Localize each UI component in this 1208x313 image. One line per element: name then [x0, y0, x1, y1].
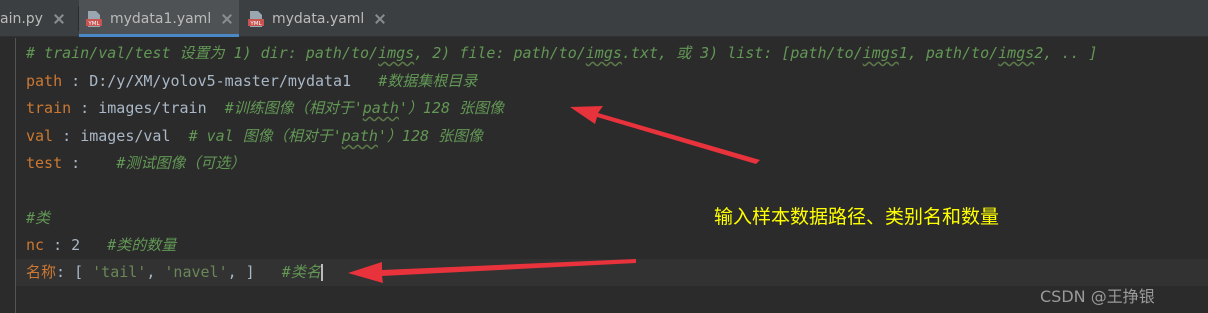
- code-line-5[interactable]: test : #测试图像（可选）: [26, 150, 245, 177]
- svg-text:YML: YML: [249, 21, 262, 27]
- comment-text: # val 图像（相对于': [188, 127, 342, 145]
- close-icon[interactable]: [374, 13, 386, 25]
- close-icon[interactable]: [53, 13, 65, 25]
- comment-text: #类的数量: [107, 236, 177, 254]
- yaml-separator: :: [62, 154, 90, 172]
- gutter-border: [15, 38, 16, 313]
- annotation-label: 输入样本数据路径、类别名和数量: [714, 206, 1000, 228]
- tab-label: mydata.yaml: [272, 10, 365, 27]
- close-icon[interactable]: [221, 13, 233, 25]
- spellcheck-word: imgs: [998, 44, 1035, 62]
- code-line-8[interactable]: nc : 2 #类的数量: [26, 232, 176, 259]
- comment-text: , 2) file: path/to/: [414, 44, 586, 62]
- comment-text: 1, path/to/: [898, 44, 999, 62]
- code-line-7[interactable]: #类: [26, 205, 50, 232]
- yaml-key: path: [26, 72, 63, 90]
- spellcheck-word: path: [362, 99, 399, 117]
- comment-text: #测试图像（可选）: [116, 154, 246, 172]
- yaml-string: 'tail': [92, 263, 147, 281]
- comment-text: #类: [26, 209, 51, 227]
- comment-text: '）128 张图像: [377, 127, 484, 145]
- tab-mydata-yaml[interactable]: YML mydata.yaml: [245, 0, 395, 37]
- comment-text: #类: [281, 263, 306, 281]
- comment-text: #数据集根目录: [378, 72, 478, 90]
- watermark: CSDN @王挣银: [1040, 287, 1155, 306]
- comment-text: # train/val/test 设置为 1) dir: path/to/: [26, 44, 379, 62]
- yaml-key: test: [26, 154, 63, 172]
- yaml-separator: , ]: [227, 263, 255, 281]
- code-line-1[interactable]: # train/val/test 设置为 1) dir: path/to/img…: [26, 40, 1097, 67]
- yaml-key: nc: [26, 236, 45, 254]
- yaml-key: train: [26, 99, 72, 117]
- code-line-4[interactable]: val : images/val # val 图像（相对于'path'）128 …: [26, 123, 483, 150]
- comment-text: 2, .. ]: [1034, 44, 1098, 62]
- yaml-key: 名称: [26, 263, 57, 281]
- yaml-value: 2: [71, 236, 81, 254]
- yaml-separator: ,: [146, 263, 165, 281]
- yaml-file-icon: YML: [86, 10, 102, 27]
- spellcheck-word: path: [341, 127, 378, 145]
- yaml-file-icon: YML: [248, 10, 264, 27]
- comment-text: .txt, 或 3) list: [path/to/: [621, 44, 863, 62]
- yaml-value: D:/y/XM/yolov5-master/mydata1: [89, 72, 352, 90]
- spellcheck-word: imgs: [862, 44, 899, 62]
- tab-label: ain.py: [0, 10, 43, 27]
- tab-main-py[interactable]: ain.py: [0, 0, 78, 37]
- yaml-key: val: [26, 127, 54, 145]
- yaml-separator: :: [62, 72, 90, 90]
- spellcheck-word: imgs: [378, 44, 415, 62]
- yaml-separator: : [: [56, 263, 93, 281]
- code-line-2[interactable]: path : D:/y/XM/yolov5-master/mydata1 #数据…: [26, 68, 477, 95]
- yaml-separator: :: [71, 99, 99, 117]
- comment-text: 名: [305, 263, 321, 281]
- yaml-separator: :: [44, 236, 72, 254]
- spellcheck-word: imgs: [585, 44, 622, 62]
- tab-mydata1-yaml[interactable]: YML mydata1.yaml: [79, 0, 239, 37]
- yaml-separator: :: [53, 127, 81, 145]
- code-line-3[interactable]: train : images/train #训练图像（相对于'path'）128…: [26, 95, 504, 122]
- editor-tab-bar: ain.py YML mydata1.yaml YML mydata.yaml: [0, 0, 1208, 37]
- yaml-string: 'navel': [164, 263, 228, 281]
- yaml-value: images/val: [80, 127, 171, 145]
- tab-label: mydata1.yaml: [110, 10, 212, 27]
- code-line-9[interactable]: 名称: [ 'tail', 'navel', ] #类名: [26, 259, 323, 286]
- comment-text: #训练图像（相对于': [224, 99, 363, 117]
- svg-text:YML: YML: [87, 21, 100, 27]
- yaml-value: images/train: [98, 99, 207, 117]
- arrow-to-train-line: [570, 106, 760, 164]
- comment-text: '）128 张图像: [398, 99, 505, 117]
- text-cursor: [320, 264, 323, 281]
